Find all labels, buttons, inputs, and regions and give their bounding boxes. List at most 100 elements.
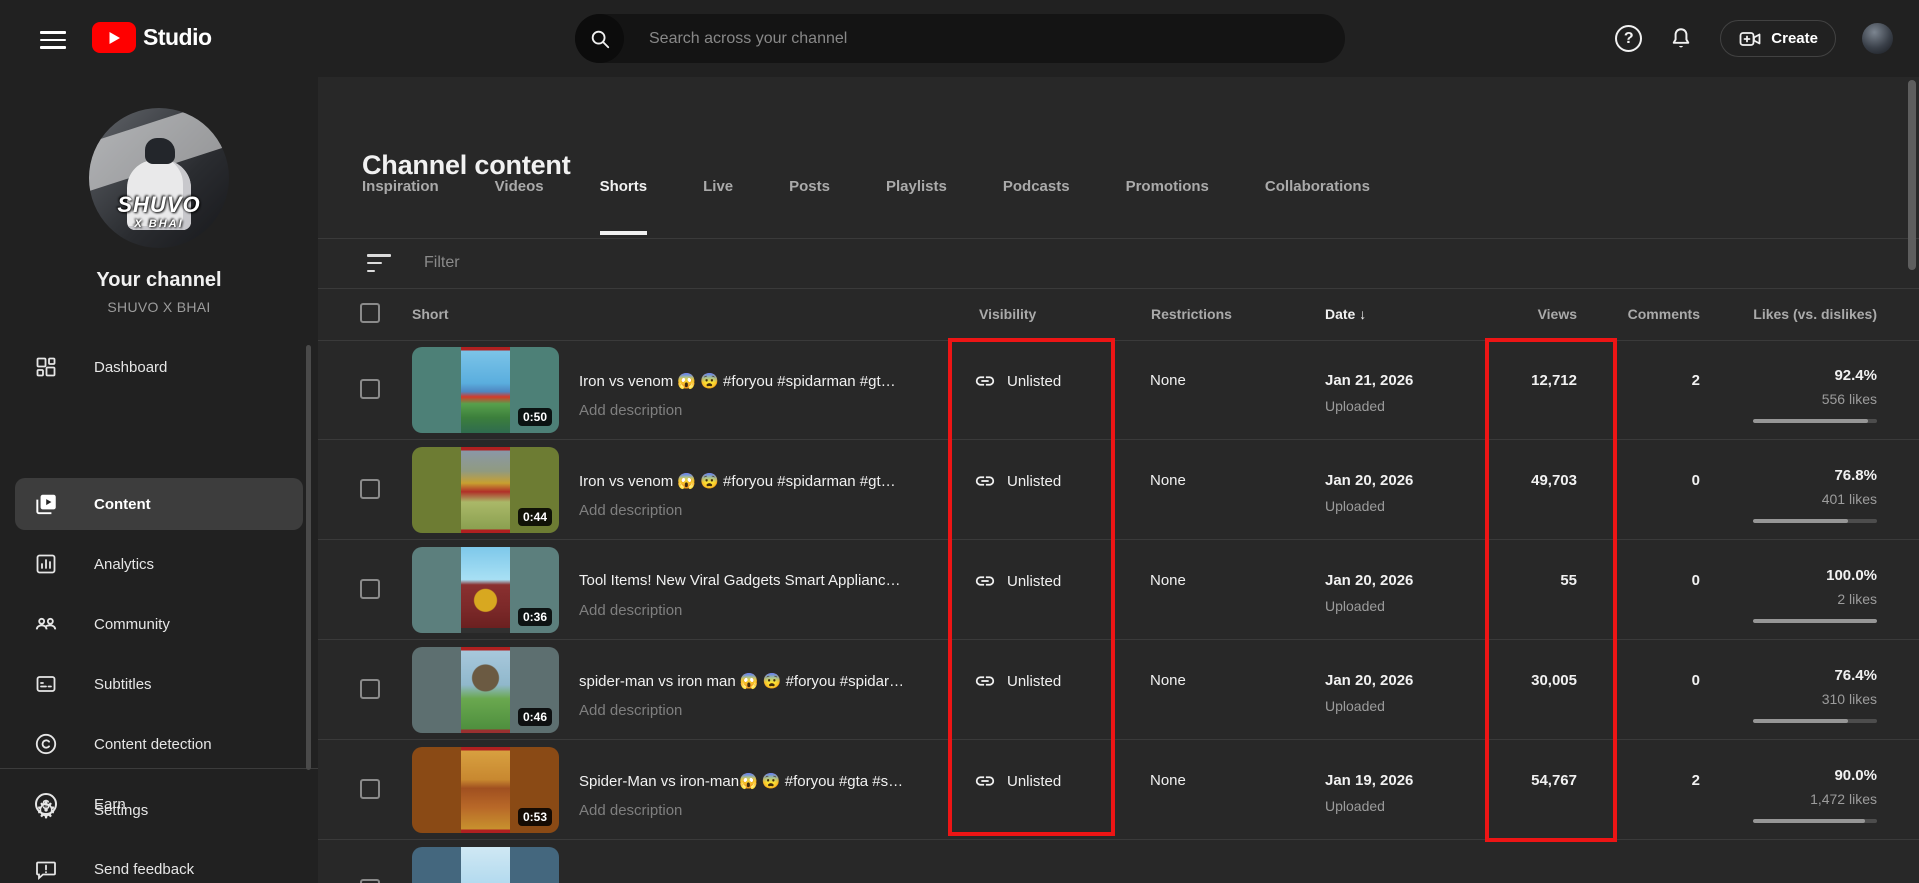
sidebar-item-label: Settings — [94, 801, 149, 819]
add-description[interactable]: Add description — [579, 602, 682, 619]
restrictions-cell: None — [1150, 372, 1186, 389]
main-scrollbar[interactable] — [1908, 80, 1916, 270]
youtube-studio-window: Studio ? Create SHUVO X BHAI — [0, 0, 1919, 883]
sidebar-item-dashboard[interactable]: Dashboard — [0, 343, 318, 391]
content-icon — [33, 491, 59, 517]
create-label: Create — [1771, 30, 1818, 47]
visibility-cell[interactable]: Unlisted — [974, 570, 1061, 592]
visibility-cell[interactable]: Unlisted — [974, 470, 1061, 492]
row-checkbox[interactable] — [360, 579, 380, 599]
row-checkbox[interactable] — [360, 879, 380, 883]
row-checkbox[interactable] — [360, 779, 380, 799]
video-title[interactable]: Spider-Man vs iron-man😱 😨 #foryou #gta #… — [579, 772, 939, 790]
col-views[interactable]: Views — [1440, 306, 1577, 322]
sidebar-item-label: Dashboard — [94, 358, 168, 376]
sidebar-item-label: Analytics — [94, 555, 155, 573]
tab-promotions[interactable]: Promotions — [1126, 178, 1209, 235]
video-title[interactable]: Iron vs venom 😱 😨 #foryou #spidarman #gt… — [579, 472, 939, 490]
add-description[interactable]: Add description — [579, 802, 682, 819]
row-checkbox[interactable] — [360, 479, 380, 499]
date-note: Uploaded — [1325, 798, 1385, 814]
sidebar-item-analytics[interactable]: Analytics — [0, 540, 318, 588]
like-percentage: 92.4% — [1834, 367, 1877, 384]
row-checkbox[interactable] — [360, 379, 380, 399]
visibility-label: Unlisted — [1007, 572, 1062, 590]
help-icon[interactable]: ? — [1615, 25, 1643, 52]
add-description[interactable]: Add description — [579, 702, 682, 719]
sidebar-item-content[interactable]: Content — [15, 478, 303, 530]
sidebar-divider — [0, 768, 318, 769]
visibility-label: Unlisted — [1007, 672, 1062, 690]
duration-badge: 0:36 — [517, 608, 552, 626]
search-icon[interactable] — [575, 14, 624, 63]
visibility-cell[interactable]: Unlisted — [974, 670, 1061, 692]
menu-icon[interactable] — [40, 26, 66, 50]
tab-inspiration[interactable]: Inspiration — [362, 178, 439, 235]
row-checkbox[interactable] — [360, 679, 380, 699]
add-description[interactable]: Add description — [579, 502, 682, 519]
create-button[interactable]: Create — [1720, 20, 1836, 57]
sidebar-item-label: Content detection — [94, 735, 212, 753]
sidebar-item-community[interactable]: Community — [0, 600, 318, 648]
like-percentage: 76.4% — [1834, 667, 1877, 684]
tab-podcasts[interactable]: Podcasts — [1003, 178, 1070, 235]
col-likes[interactable]: Likes (vs. dislikes) — [1720, 306, 1877, 322]
filter-input[interactable] — [424, 254, 824, 272]
views-cell: 12,712 — [1531, 372, 1577, 389]
short-row: 0:46 spider-man vs iron man 😱 😨 #foryou … — [318, 640, 1919, 740]
video-thumbnail[interactable]: 0:46 — [412, 647, 559, 733]
video-thumbnail[interactable]: 0:53 — [412, 747, 559, 833]
account-avatar[interactable] — [1862, 23, 1893, 54]
video-title[interactable]: Tool Items! New Viral Gadgets Smart Appl… — [579, 572, 939, 589]
visibility-cell[interactable]: Unlisted — [974, 770, 1061, 792]
link-icon — [975, 776, 995, 786]
tab-playlists[interactable]: Playlists — [886, 178, 947, 235]
table-header: Short Visibility Restrictions Date ↓ Vie… — [318, 288, 1919, 340]
col-restrictions[interactable]: Restrictions — [1151, 306, 1232, 322]
sidebar-scrollbar[interactable] — [306, 345, 311, 770]
video-thumbnail[interactable] — [412, 847, 559, 883]
video-thumbnail[interactable]: 0:36 — [412, 547, 559, 633]
visibility-cell[interactable]: Unlisted — [974, 370, 1061, 392]
add-description[interactable]: Add description — [579, 402, 682, 419]
video-thumbnail[interactable]: 0:50 — [412, 347, 559, 433]
sidebar-item-subtitles[interactable]: Subtitles — [0, 660, 318, 708]
tab-videos[interactable]: Videos — [495, 178, 544, 235]
sidebar-item-content-detection[interactable]: Content detection — [0, 720, 318, 768]
feedback-icon — [33, 856, 59, 882]
tab-posts[interactable]: Posts — [789, 178, 830, 235]
col-date[interactable]: Date ↓ — [1325, 306, 1366, 322]
filter-icon[interactable] — [367, 254, 391, 272]
youtube-play-icon — [92, 22, 136, 53]
notifications-bell-icon[interactable] — [1668, 26, 1694, 52]
sidebar-item-settings[interactable]: ⚙ Settings — [0, 786, 318, 834]
settings-gear-icon: ⚙ — [35, 796, 57, 823]
col-short[interactable]: Short — [412, 306, 449, 322]
search-input[interactable] — [624, 29, 1345, 48]
sidebar-item-send-feedback[interactable]: Send feedback — [0, 845, 318, 883]
sidebar-item-label: Community — [94, 615, 170, 633]
likes-cell: 76.8% 401 likes — [1720, 467, 1877, 523]
duration-badge: 0:46 — [517, 708, 552, 726]
restrictions-cell: None — [1150, 572, 1186, 589]
video-thumbnail[interactable]: 0:44 — [412, 447, 559, 533]
video-title[interactable]: Iron vs venom 😱 😨 #foryou #spidarman #gt… — [579, 372, 939, 390]
channel-avatar[interactable]: SHUVO X BHAI — [89, 108, 229, 248]
tab-collaborations[interactable]: Collaborations — [1265, 178, 1370, 235]
select-all-checkbox[interactable] — [360, 303, 380, 323]
date-note: Uploaded — [1325, 498, 1385, 514]
filter-bar — [318, 238, 1919, 288]
likes-cell: 90.0% 1,472 likes — [1720, 767, 1877, 823]
date-cell: Jan 20, 2026 Uploaded — [1325, 672, 1414, 714]
tab-shorts[interactable]: Shorts — [599, 178, 647, 235]
sidebar: SHUVO X BHAI Your channel SHUVO X BHAI D… — [0, 77, 318, 883]
views-cell: 30,005 — [1531, 672, 1577, 689]
video-title[interactable]: spider-man vs iron man 😱 😨 #foryou #spid… — [579, 672, 939, 690]
visibility-label: Unlisted — [1007, 772, 1062, 790]
link-icon — [975, 576, 995, 586]
views-cell: 55 — [1560, 572, 1577, 589]
youtube-studio-logo[interactable]: Studio — [92, 22, 212, 53]
col-visibility[interactable]: Visibility — [979, 306, 1036, 322]
col-comments[interactable]: Comments — [1600, 306, 1700, 322]
tab-live[interactable]: Live — [703, 178, 733, 235]
